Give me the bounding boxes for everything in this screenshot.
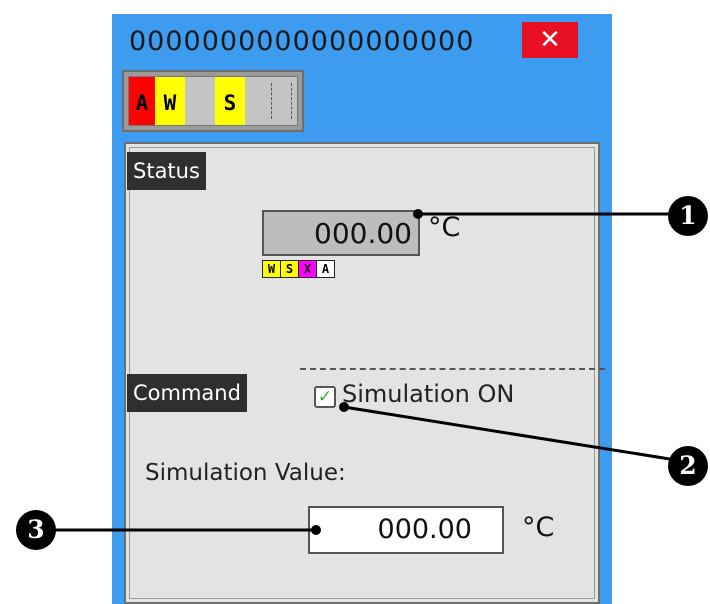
leader-dot-3 <box>311 525 321 535</box>
callout-marker-1: 1 <box>668 196 708 236</box>
leader-dot-2 <box>339 402 349 412</box>
leader-line-2 <box>343 405 677 462</box>
callout-marker-2: 2 <box>668 446 708 486</box>
callout-marker-3: 3 <box>16 510 56 550</box>
callout-leaders <box>50 209 680 535</box>
leader-dot-1 <box>413 209 423 219</box>
